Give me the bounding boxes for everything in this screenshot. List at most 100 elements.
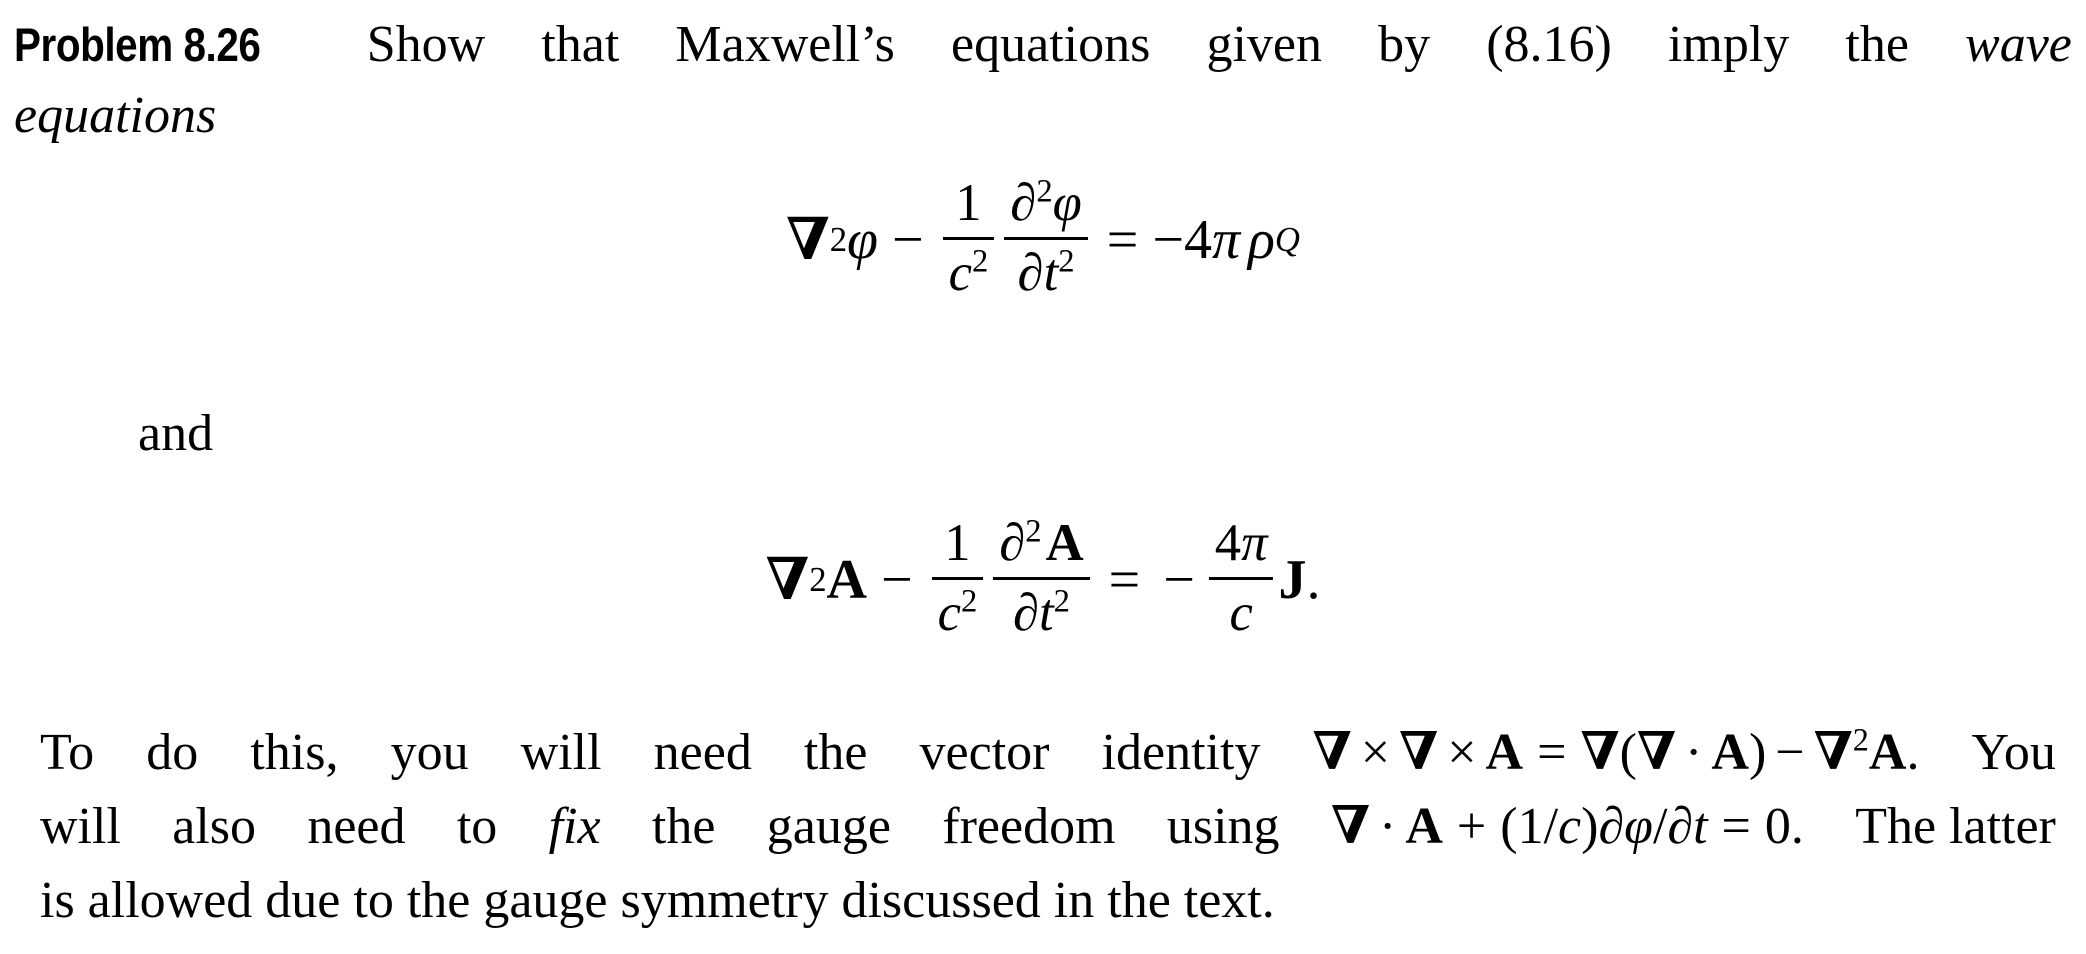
paragraph-line-3: is allowed due to the gauge symmetry dis… xyxy=(40,872,1275,929)
paragraph-line-2: will also need to fix the gauge freedom … xyxy=(40,790,2056,864)
word-do: do xyxy=(146,724,199,781)
fraction-one-over-c-squared: 1 c2 xyxy=(931,514,984,643)
equation-scalar-potential-math: ∇ 2 φ − 1 c2 ∂2φ ∂t2 = −4 π ρ Q xyxy=(786,173,1300,303)
t-symbol: t xyxy=(1038,583,1054,642)
fraction-four-pi-over-c: 4π c xyxy=(1208,514,1274,643)
numerator-partial-squared-a: ∂2A xyxy=(993,514,1089,577)
word-using: using xyxy=(1166,798,1280,855)
c-symbol: c xyxy=(948,243,972,302)
connector-and: and xyxy=(138,405,214,462)
rhs-rho-symbol: ρ xyxy=(1248,209,1275,272)
word-need: need xyxy=(307,798,406,855)
minus-operator: − xyxy=(1775,724,1805,781)
sentence-period: . xyxy=(1906,724,1920,781)
denominator-c-squared: c2 xyxy=(943,240,995,303)
partial-exponent: 2 xyxy=(1025,513,1042,550)
word-freedom: freedom xyxy=(942,798,1116,855)
partial-symbol-denominator: ∂ xyxy=(1017,243,1044,302)
vector-a-symbol-2: A xyxy=(1711,724,1749,781)
partial-symbol-denominator: ∂ xyxy=(1012,583,1039,642)
problem-word-the: the xyxy=(1845,16,1909,73)
cross-product-operator-2: × xyxy=(1447,724,1477,781)
vector-j-symbol: J xyxy=(1278,549,1307,612)
problem-word-that: that xyxy=(541,16,620,73)
word-to: To xyxy=(40,724,95,781)
rhs-minus-sign: − xyxy=(1163,549,1195,612)
vector-a-symbol: A xyxy=(826,549,867,612)
vector-a-symbol-3: A xyxy=(1868,724,1907,781)
problem-statement-line-1: Problem 8.26 Show that Maxwell’s equatio… xyxy=(14,8,2072,82)
nabla-symbol-4: ∇ xyxy=(1636,724,1677,781)
phi-symbol-numerator: φ xyxy=(1052,174,1082,232)
partial-symbol-2: ∂ xyxy=(1667,798,1694,855)
equals-operator: = xyxy=(1108,549,1141,612)
nabla-symbol: ∇ xyxy=(1330,798,1371,855)
phi-symbol: φ xyxy=(847,209,879,272)
nabla-symbol: ∇ xyxy=(765,547,810,613)
nabla-symbol-3: ∇ xyxy=(1580,724,1620,781)
numerator-one: 1 xyxy=(955,174,982,232)
equation-scalar-potential: ∇ 2 φ − 1 c2 ∂2φ ∂t2 = −4 π ρ Q xyxy=(0,173,2086,305)
denominator-partial-t-squared: ∂t2 xyxy=(1007,580,1076,643)
c-symbol: c xyxy=(1558,798,1582,855)
phi-symbol: φ xyxy=(1624,798,1653,855)
t-symbol: t xyxy=(1043,243,1059,302)
problem-word-wave-italic: wave xyxy=(1965,16,2072,73)
t-exponent: 2 xyxy=(1053,583,1070,620)
word-the: the xyxy=(803,724,868,781)
nabla-symbol-2: ∇ xyxy=(1399,724,1439,781)
close-paren: ) xyxy=(1581,798,1599,855)
paragraph-line-1: To do this, you will need the vector ide… xyxy=(40,716,2056,790)
problem-word-given: given xyxy=(1206,16,1322,73)
vector-a-symbol: A xyxy=(1485,724,1524,781)
fraction-second-derivative-vector-a: ∂2A ∂t2 xyxy=(993,514,1090,643)
word-will: will xyxy=(520,724,602,781)
open-paren: ( xyxy=(1500,798,1518,855)
equals-operator: = xyxy=(1721,798,1751,855)
open-paren: ( xyxy=(1619,724,1637,781)
word-to: to xyxy=(456,798,498,855)
problem-label: Problem 8.26 xyxy=(14,18,261,71)
zero-value: 0 xyxy=(1764,798,1791,855)
problem-word-by: by xyxy=(1378,16,1431,73)
nabla-symbol-5: ∇ xyxy=(1813,724,1853,781)
pi-symbol: π xyxy=(1241,514,1268,572)
c-exponent: 2 xyxy=(971,243,989,280)
partial-symbol: ∂ xyxy=(1598,798,1625,855)
vector-a-symbol-numerator: A xyxy=(1045,514,1084,572)
nabla-symbol: ∇ xyxy=(1312,724,1352,781)
sentence-period: . xyxy=(1790,798,1804,855)
denominator-partial-t-squared: ∂t2 xyxy=(1012,240,1081,303)
problem-word-equations: equations xyxy=(951,16,1151,73)
c-exponent: 2 xyxy=(960,583,978,620)
numerator-one: 1 xyxy=(944,514,971,572)
division-slash: / xyxy=(1543,798,1559,855)
division-slash-2: / xyxy=(1652,798,1668,855)
nabla-symbol: ∇ xyxy=(786,207,830,273)
c-symbol: c xyxy=(937,583,961,642)
fraction-one-over-c-squared: 1 c2 xyxy=(942,174,995,303)
problem-statement-line-2: equations xyxy=(14,87,217,144)
word-vector: vector xyxy=(919,724,1050,781)
problem-word-imply: imply xyxy=(1667,16,1790,73)
problem-line-1-row: Problem 8.26 Show that Maxwell’s equatio… xyxy=(14,8,2072,82)
equation-vector-potential: ∇ 2 A − 1 c2 ∂2A ∂t2 = − 4π c J. xyxy=(0,514,2086,645)
dot-product-operator: · xyxy=(1379,798,1397,855)
numerator-partial-squared-phi: ∂2φ xyxy=(1004,174,1087,237)
problem-word-show: Show xyxy=(366,16,486,73)
word-gauge: gauge xyxy=(766,798,891,855)
words-the-latter: The latter xyxy=(1855,798,2056,855)
four-symbol: 4 xyxy=(1214,514,1242,572)
fraction-second-derivative-phi: ∂2φ ∂t2 xyxy=(1004,174,1088,303)
word-will: will xyxy=(40,798,121,855)
nabla-exponent: 2 xyxy=(1852,721,1869,758)
problem-statement-block: Problem 8.26 Show that Maxwell’s equatio… xyxy=(14,8,2072,150)
instruction-paragraph: To do this, you will need the vector ide… xyxy=(40,716,2056,938)
minus-operator: − xyxy=(892,209,924,272)
inline-math-gauge-condition: ∇ · A + (1/c)∂φ/∂t = 0. xyxy=(1331,790,1804,864)
rhs-minus-sign: − xyxy=(1152,209,1184,272)
problem-equation-reference: (8.16) xyxy=(1486,16,1612,73)
numerator-four-pi: 4π xyxy=(1209,514,1274,577)
t-exponent: 2 xyxy=(1058,243,1075,280)
cross-product-operator: × xyxy=(1360,724,1391,781)
